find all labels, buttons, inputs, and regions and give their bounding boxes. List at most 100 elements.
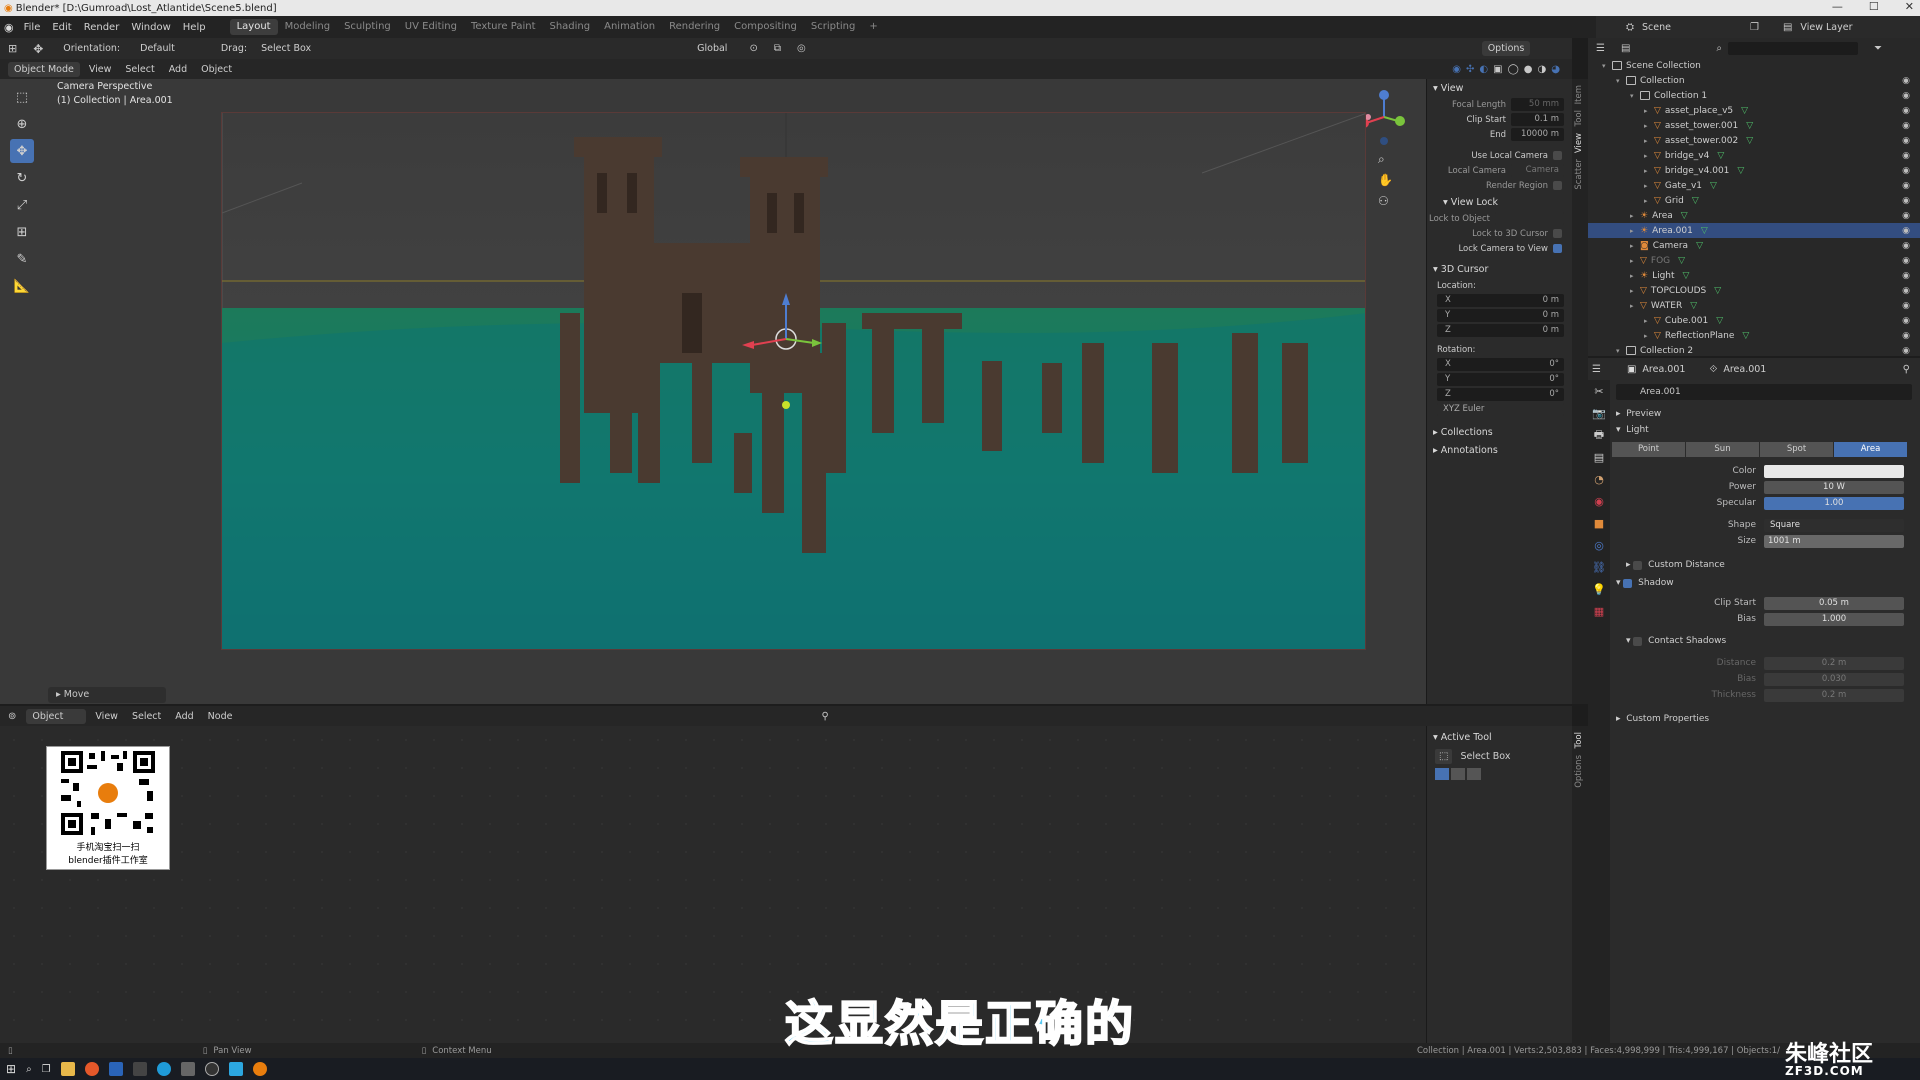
- render-region-checkbox[interactable]: [1553, 181, 1562, 190]
- annotations-header[interactable]: ▸ Annotations: [1427, 441, 1572, 459]
- add-workspace-button[interactable]: +: [862, 19, 884, 35]
- cursor-loc-y-field[interactable]: Y0 m: [1437, 309, 1564, 322]
- visibility-eye-icon[interactable]: ◉: [1902, 196, 1910, 206]
- orientation-dropdown[interactable]: Default: [140, 43, 175, 54]
- constraint-props-icon[interactable]: ⛓: [1588, 556, 1610, 578]
- texture-props-icon[interactable]: ▦: [1588, 600, 1610, 622]
- cursor-rot-z-field[interactable]: Z 0°: [1437, 388, 1564, 401]
- shape-dropdown[interactable]: Square: [1764, 518, 1904, 532]
- scene-props-icon[interactable]: ◔: [1588, 468, 1610, 490]
- visibility-eye-icon[interactable]: ◉: [1902, 91, 1910, 101]
- app-icon-blue[interactable]: [108, 1062, 123, 1076]
- node-menu-view[interactable]: View: [90, 711, 123, 722]
- shadow-clip-start-field[interactable]: 0.05 m: [1764, 596, 1904, 610]
- tree-toggle-icon[interactable]: ▸: [1630, 302, 1640, 310]
- cursor-loc-z-field[interactable]: Z0 m: [1437, 324, 1564, 337]
- blender-menu-icon[interactable]: ◉: [4, 21, 14, 34]
- visibility-eye-icon[interactable]: ◉: [1902, 136, 1910, 146]
- outliner-row[interactable]: ▸ ▽ Grid ▽ ◉: [1588, 193, 1920, 208]
- size-field[interactable]: 1001 m: [1764, 534, 1904, 548]
- shading-solid-icon[interactable]: ●: [1524, 64, 1533, 75]
- overlay-toggle-icon[interactable]: ◐: [1479, 64, 1488, 75]
- world-props-icon[interactable]: ◉: [1588, 490, 1610, 512]
- shadow-checkbox[interactable]: [1623, 578, 1633, 588]
- pin-icon[interactable]: ⚲: [1903, 364, 1910, 375]
- tree-toggle-icon[interactable]: ▾: [1602, 62, 1612, 70]
- outliner-row[interactable]: ▾ Scene Collection: [1588, 58, 1920, 73]
- workspace-tab-scripting[interactable]: Scripting: [804, 19, 862, 35]
- clip-end-field[interactable]: 10000 m: [1511, 128, 1564, 141]
- workspace-tab-layout[interactable]: Layout: [229, 19, 278, 35]
- physics-props-icon[interactable]: ◎: [1588, 534, 1610, 556]
- node-tab-tool[interactable]: Tool: [1574, 732, 1584, 749]
- pin-icon[interactable]: ⚲: [821, 711, 828, 722]
- menu-help[interactable]: Help: [177, 22, 212, 33]
- visibility-eye-icon[interactable]: ◉: [1902, 226, 1910, 236]
- tree-toggle-icon[interactable]: ▾: [1616, 77, 1626, 85]
- tree-toggle-icon[interactable]: ▸: [1644, 197, 1654, 205]
- rotation-mode-dropdown[interactable]: XYZ Euler: [1437, 403, 1564, 416]
- taskbar-search-icon[interactable]: ⌕: [26, 1064, 32, 1075]
- visibility-eye-icon[interactable]: ◉: [1902, 346, 1910, 356]
- move-tool-icon[interactable]: ✥: [33, 42, 43, 56]
- gizmo-toggle-icon[interactable]: ✣: [1466, 64, 1474, 75]
- active-tool-header[interactable]: ▾ Active Tool: [1427, 728, 1572, 746]
- file-explorer-icon[interactable]: [60, 1062, 75, 1076]
- display-mode-icon[interactable]: ▤: [1621, 43, 1630, 54]
- blender-taskbar-icon[interactable]: [252, 1062, 267, 1076]
- move-tool-button-icon[interactable]: ✥: [10, 139, 34, 163]
- workspace-tab-sculpting[interactable]: Sculpting: [337, 19, 398, 35]
- tree-toggle-icon[interactable]: ▸: [1630, 257, 1640, 265]
- light-type-sun[interactable]: Sun: [1686, 442, 1759, 457]
- close-button[interactable]: ✕: [1905, 0, 1914, 16]
- scale-tool-icon[interactable]: ⤢: [10, 193, 34, 217]
- outliner-row[interactable]: ▸ ▽ asset_place_v5 ▽ ◉: [1588, 103, 1920, 118]
- tree-toggle-icon[interactable]: ▸: [1644, 332, 1654, 340]
- visibility-eye-icon[interactable]: ◉: [1902, 181, 1910, 191]
- node-menu-node[interactable]: Node: [203, 711, 238, 722]
- outliner-row[interactable]: ▸ ▽ ReflectionPlane ▽ ◉: [1588, 328, 1920, 343]
- new-scene-icon[interactable]: ❐: [1750, 22, 1759, 33]
- tree-toggle-icon[interactable]: ▸: [1630, 242, 1640, 250]
- visibility-eye-icon[interactable]: ◉: [1902, 76, 1910, 86]
- outliner-row[interactable]: ▸ ☀ Area.001 ▽ ◉: [1588, 223, 1920, 238]
- last-operator-panel[interactable]: ▸ Move: [48, 687, 166, 703]
- mode-set-icon[interactable]: [1435, 768, 1449, 780]
- outliner-row[interactable]: ▾ Collection ◉: [1588, 73, 1920, 88]
- visibility-eye-icon[interactable]: ◉: [1902, 331, 1910, 341]
- object-props-icon[interactable]: ■: [1588, 512, 1610, 534]
- outliner-row[interactable]: ▸ ◙ Camera ▽ ◉: [1588, 238, 1920, 253]
- maximize-button[interactable]: ☐: [1869, 0, 1879, 16]
- tool-props-icon[interactable]: ✂: [1588, 380, 1610, 402]
- tree-toggle-icon[interactable]: ▸: [1630, 287, 1640, 295]
- visibility-eye-icon[interactable]: ◉: [1902, 256, 1910, 266]
- app-icon-lightblue[interactable]: [228, 1062, 243, 1076]
- shading-rendered-icon[interactable]: ◕: [1551, 64, 1560, 75]
- cursor-loc-x-field[interactable]: X0 m: [1437, 294, 1564, 307]
- viewport-menu-view[interactable]: View: [84, 64, 117, 75]
- outliner-editor-icon[interactable]: ☰: [1596, 43, 1605, 54]
- properties-editor-icon[interactable]: ☰: [1592, 364, 1601, 375]
- menu-edit[interactable]: Edit: [46, 22, 77, 33]
- power-field[interactable]: 10 W: [1764, 480, 1904, 494]
- tree-toggle-icon[interactable]: ▸: [1644, 317, 1654, 325]
- mode-dropdown[interactable]: Object Mode: [8, 61, 80, 77]
- minimize-button[interactable]: —: [1832, 0, 1843, 16]
- tree-toggle-icon[interactable]: ▸: [1644, 167, 1654, 175]
- tab-item[interactable]: Item: [1574, 85, 1584, 104]
- contact-shadows-header[interactable]: ▾ Contact Shadows: [1616, 633, 1920, 649]
- transform-tool-icon[interactable]: ⊞: [10, 220, 34, 244]
- outliner-row[interactable]: ▸ ▽ FOG ▽ ◉: [1588, 253, 1920, 268]
- custom-distance-checkbox[interactable]: [1633, 560, 1643, 570]
- visibility-eye-icon[interactable]: ◉: [1902, 316, 1910, 326]
- render-props-icon[interactable]: 📷: [1588, 402, 1610, 424]
- 3d-cursor-header[interactable]: ▾ 3D Cursor: [1427, 260, 1572, 278]
- workspace-tab-rendering[interactable]: Rendering: [662, 19, 727, 35]
- light-panel-header[interactable]: ▾ Light: [1616, 422, 1920, 438]
- datablock-field[interactable]: Area.001: [1616, 384, 1912, 400]
- visibility-eye-icon[interactable]: ◉: [1902, 271, 1910, 281]
- visibility-eye-icon[interactable]: ◉: [1902, 121, 1910, 131]
- visibility-eye-icon[interactable]: ◉: [1902, 211, 1910, 221]
- visibility-eye-icon[interactable]: ◉: [1902, 166, 1910, 176]
- tab-view[interactable]: View: [1574, 133, 1584, 153]
